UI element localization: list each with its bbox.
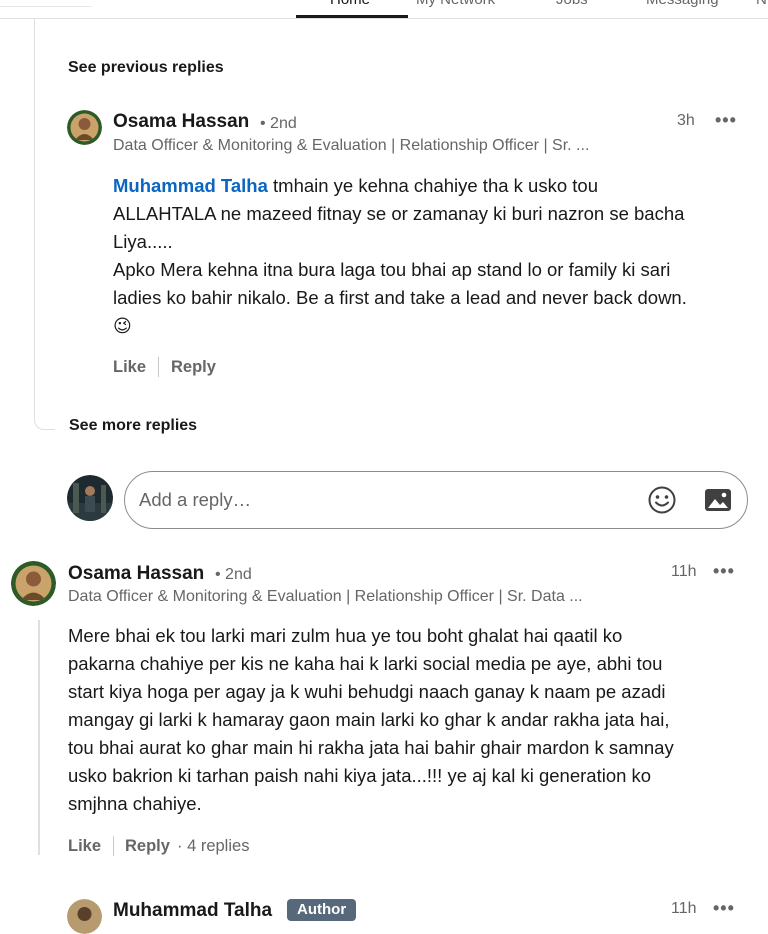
comment-timestamp: 11h bbox=[671, 563, 697, 580]
see-previous-replies-button[interactable]: See previous replies bbox=[68, 59, 224, 77]
like-button[interactable]: Like bbox=[113, 358, 146, 377]
action-divider bbox=[158, 357, 159, 377]
reply-input[interactable]: Add a reply… bbox=[124, 471, 748, 529]
comment-text-line: tmhain ye kehna chahiye tha k usko tou bbox=[267, 175, 598, 196]
comment-text-line: Apko Mera kehna itna bura laga tou bhai … bbox=[113, 259, 671, 280]
commenter-name[interactable]: Osama Hassan bbox=[113, 111, 249, 133]
connection-degree: • 2nd bbox=[260, 115, 297, 132]
avatar-image bbox=[67, 110, 102, 145]
comment-body: Muhammad Talha tmhain ye kehna chahiye t… bbox=[113, 172, 753, 340]
like-button[interactable]: Like bbox=[68, 837, 101, 856]
comment-text-line: tou bhai aurat ko ghar main hi rakha jat… bbox=[68, 737, 674, 758]
comment-text-line: pakarna chahiye per kis ne kaha hai k la… bbox=[68, 653, 663, 674]
replies-count-link[interactable]: · 4 replies bbox=[177, 837, 249, 856]
avatar[interactable] bbox=[11, 561, 56, 606]
avatar-image bbox=[67, 475, 113, 521]
author-badge: Author bbox=[287, 899, 357, 921]
reply-input-placeholder: Add a reply… bbox=[139, 489, 252, 510]
thread-connector bbox=[38, 620, 40, 855]
comment-text-line: mangay gi larki k hamaray gaon main lark… bbox=[68, 709, 670, 730]
connection-degree: • 2nd bbox=[215, 566, 252, 583]
avatar[interactable] bbox=[67, 110, 102, 145]
comment-text-line: usko bakrion ki tarhan paish nahi kiya j… bbox=[68, 765, 652, 786]
more-options-icon[interactable]: ••• bbox=[713, 898, 735, 919]
reply-button[interactable]: Reply bbox=[125, 837, 170, 856]
comment-body: Mere bhai ek tou larki mari zulm hua ye … bbox=[68, 622, 758, 818]
commenter-headline: Data Officer & Monitoring & Evaluation |… bbox=[68, 588, 583, 605]
nav-home[interactable]: Home bbox=[330, 0, 370, 8]
avatar-image bbox=[11, 561, 56, 606]
nav-jobs[interactable]: Jobs bbox=[556, 0, 588, 8]
commenter-name[interactable]: Muhammad Talha bbox=[113, 900, 272, 922]
top-nav: Home My Network Jobs Messaging N bbox=[0, 0, 768, 19]
mention-link[interactable]: Muhammad Talha bbox=[113, 175, 268, 196]
nav-my-network[interactable]: My Network bbox=[416, 0, 495, 8]
current-user-avatar[interactable] bbox=[67, 475, 113, 521]
comment-text-line: Liya..... bbox=[113, 231, 173, 252]
search-bar-edge[interactable] bbox=[0, 0, 92, 7]
emoji-icon[interactable] bbox=[647, 485, 677, 520]
comment-text-line: ALLAHTALA ne mazeed fitnay se or zamanay… bbox=[113, 203, 685, 224]
nav-messaging[interactable]: Messaging bbox=[646, 0, 719, 8]
comment-timestamp: 11h bbox=[671, 900, 697, 917]
commenter-headline: Data Officer & Monitoring & Evaluation |… bbox=[113, 137, 590, 154]
thread-connector bbox=[34, 18, 55, 430]
comment-text-line: ladies ko bahir nikalo. Be a first and t… bbox=[113, 287, 687, 308]
nav-notifications[interactable]: N bbox=[756, 0, 767, 8]
see-more-replies-button[interactable]: See more replies bbox=[69, 417, 197, 435]
reply-button[interactable]: Reply bbox=[171, 358, 216, 377]
action-divider bbox=[113, 836, 114, 856]
comment-text-line: smjhna chahiye. bbox=[68, 793, 202, 814]
comment-text-line: start kiya hoga per agay ja k wuhi behud… bbox=[68, 681, 666, 702]
comment-text-line: Mere bhai ek tou larki mari zulm hua ye … bbox=[68, 625, 623, 646]
more-options-icon[interactable]: ••• bbox=[715, 110, 737, 131]
wink-emoji: 😉 bbox=[113, 316, 132, 336]
image-icon[interactable] bbox=[703, 486, 733, 519]
more-options-icon[interactable]: ••• bbox=[713, 561, 735, 582]
commenter-name[interactable]: Osama Hassan bbox=[68, 563, 204, 585]
comment-timestamp: 3h bbox=[677, 112, 695, 129]
nav-active-indicator bbox=[296, 15, 408, 18]
